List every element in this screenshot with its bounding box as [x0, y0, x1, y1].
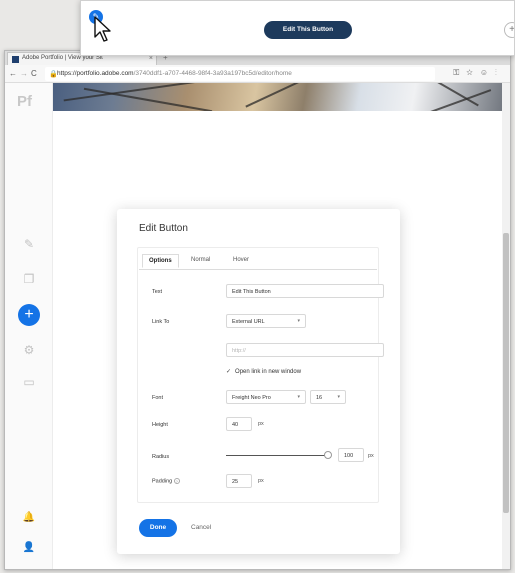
height-value: 40: [232, 422, 239, 428]
page-scrollbar[interactable]: [502, 83, 510, 569]
new-window-label: Open link in new window: [235, 369, 302, 375]
beam-4: [417, 83, 479, 107]
font-size-select[interactable]: 16 ▾: [310, 390, 346, 404]
url-path: /3740ddf1-a707-4468-98f4-3a93a197bc5d/ed…: [133, 70, 292, 77]
button-text-input[interactable]: Edit This Button: [226, 284, 384, 298]
reload-icon[interactable]: C: [31, 69, 37, 78]
radius-label: Radius: [152, 454, 170, 460]
font-select[interactable]: Freight Neo Pro ▾: [226, 390, 306, 404]
dialog-title: Edit Button: [139, 223, 188, 234]
chevron-down-icon: ▾: [337, 394, 340, 400]
tab-options[interactable]: Options: [142, 254, 179, 268]
padding-label: Padding ?: [152, 478, 180, 484]
edit-button-dialog: Edit Button Options Normal Hover Text Ed…: [117, 209, 400, 554]
link-to-label: Link To: [152, 319, 170, 325]
beam-2: [83, 87, 213, 111]
height-label: Height: [152, 422, 168, 428]
beam-3: [245, 83, 301, 108]
url-placeholder: http://: [232, 348, 246, 354]
url-text: https://portfolio.adobe.com/3740ddf1-a70…: [57, 70, 292, 77]
scrollbar-thumb[interactable]: [503, 233, 509, 513]
bell-icon[interactable]: 🔔: [22, 511, 36, 525]
chevron-down-icon: ▾: [297, 318, 300, 324]
back-icon[interactable]: ←: [9, 69, 17, 78]
checkmark-icon: ✓: [226, 369, 232, 375]
address-bar: ← → C 🔒 https://portfolio.adobe.com/3740…: [5, 65, 510, 83]
radius-unit: px: [368, 453, 374, 459]
new-window-checkbox[interactable]: ✓ Open link in new window: [226, 368, 301, 375]
padding-input[interactable]: 25: [226, 474, 252, 488]
font-value: Freight Neo Pro: [232, 395, 271, 401]
pen-icon[interactable]: ✎: [22, 237, 36, 251]
add-icon[interactable]: +: [504, 22, 514, 38]
settings-icon[interactable]: ⚙: [22, 343, 36, 357]
mouse-cursor-icon: [94, 16, 111, 42]
editor-sidebar: Pf ✎ ❐ + ⚙ ▭ 🔔 👤: [5, 83, 53, 569]
height-unit: px: [258, 421, 264, 427]
tab-divider: [139, 269, 377, 270]
zoom-callout: ✎ Edit This Button +: [80, 0, 515, 56]
text-label: Text: [152, 289, 163, 295]
toolbar-icons[interactable]: ⚿☆☺⋮: [453, 68, 504, 78]
url-host: https://portfolio.adobe.com: [57, 70, 134, 77]
chevron-down-icon: ▾: [297, 394, 300, 400]
radius-slider-track[interactable]: [226, 455, 328, 456]
user-icon[interactable]: 👤: [22, 541, 36, 555]
portfolio-logo: Pf: [17, 93, 32, 110]
tab-normal[interactable]: Normal: [185, 254, 216, 268]
forward-icon[interactable]: →: [20, 69, 28, 78]
options-panel: Options Normal Hover Text Edit This Butt…: [137, 247, 384, 503]
browser-window: Adobe Portfolio | View your Sit × + ← → …: [4, 50, 511, 570]
banner-image: [53, 83, 502, 111]
adobe-favicon-icon: [12, 56, 19, 63]
radius-value: 100: [344, 453, 354, 459]
height-input[interactable]: 40: [226, 417, 252, 431]
tab-close-icon[interactable]: ×: [149, 55, 153, 62]
button-text-value: Edit This Button: [232, 289, 271, 295]
padding-value: 25: [232, 479, 239, 485]
info-icon[interactable]: ?: [173, 478, 180, 484]
layout-icon[interactable]: ▭: [22, 375, 36, 389]
done-button[interactable]: Done: [139, 519, 177, 537]
cancel-button[interactable]: Cancel: [191, 524, 211, 531]
font-label: Font: [152, 395, 164, 401]
url-field[interactable]: 🔒 https://portfolio.adobe.com/3740ddf1-a…: [45, 67, 435, 81]
add-content-button[interactable]: +: [18, 304, 40, 326]
radius-input[interactable]: 100: [338, 448, 364, 462]
font-size-value: 16: [316, 395, 323, 401]
link-to-select[interactable]: External URL ▾: [226, 314, 306, 328]
link-to-value: External URL: [232, 319, 265, 325]
url-input[interactable]: http://: [226, 343, 384, 357]
radius-slider-thumb[interactable]: [324, 451, 332, 459]
edit-this-button[interactable]: Edit This Button: [264, 21, 352, 39]
pages-icon[interactable]: ❐: [22, 272, 36, 286]
tab-hover[interactable]: Hover: [227, 254, 255, 268]
padding-unit: px: [258, 478, 264, 484]
padding-label-text: Padding: [152, 478, 173, 485]
